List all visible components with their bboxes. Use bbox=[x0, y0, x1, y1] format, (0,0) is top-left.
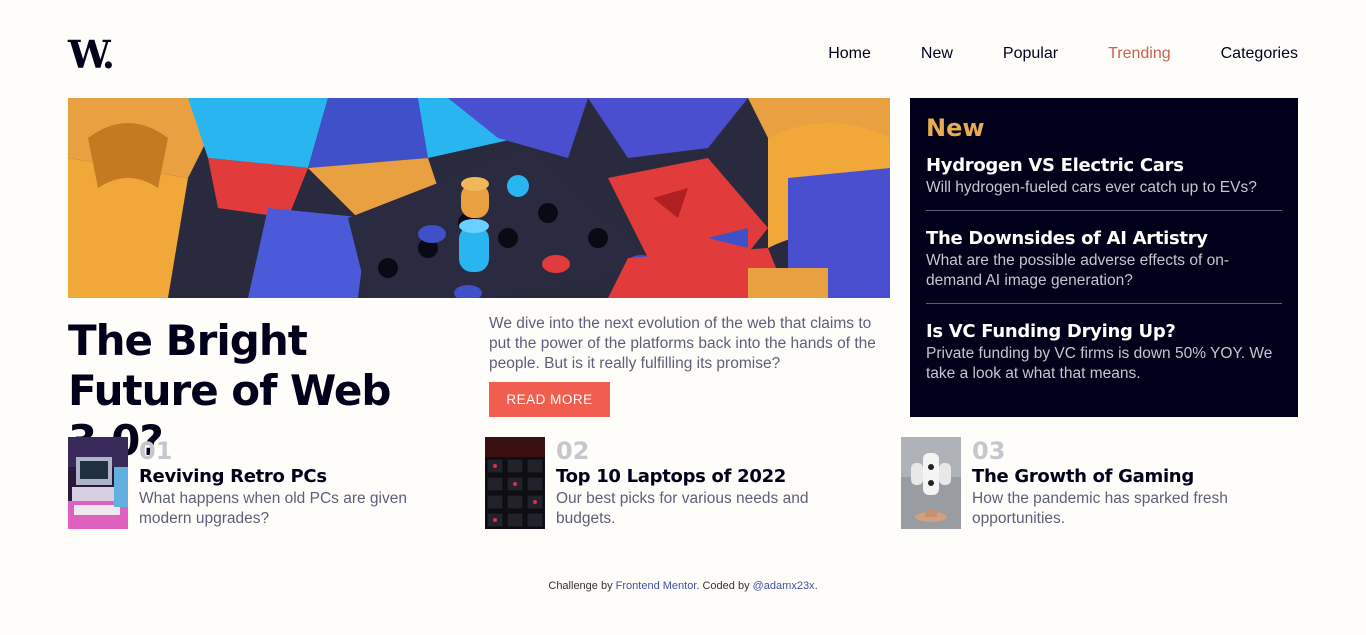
card-number: 02 bbox=[556, 437, 590, 465]
laptop-keyboard-thumbnail bbox=[485, 437, 545, 529]
site-logo[interactable]: W. bbox=[68, 36, 115, 74]
new-item: Is VC Funding Drying Up? Private funding… bbox=[926, 320, 1282, 396]
nav-categories[interactable]: Categories bbox=[1221, 44, 1298, 64]
new-sidebar: New Hydrogen VS Electric Cars Will hydro… bbox=[910, 98, 1298, 417]
new-item: Hydrogen VS Electric Cars Will hydrogen-… bbox=[926, 154, 1282, 211]
new-item-description: What are the possible adverse effects of… bbox=[926, 252, 1229, 289]
hero-image bbox=[68, 98, 890, 298]
read-more-button[interactable]: Read more bbox=[489, 382, 610, 417]
retro-pc-thumbnail bbox=[68, 437, 128, 529]
nav-popular[interactable]: Popular bbox=[1003, 44, 1058, 64]
card-description: How the pandemic has sparked fresh oppor… bbox=[972, 490, 1228, 527]
footer-prefix: Challenge by bbox=[548, 580, 616, 592]
new-item-description: Will hydrogen-fueled cars ever catch up … bbox=[926, 179, 1257, 196]
card-description: Our best picks for various needs and bud… bbox=[556, 490, 809, 527]
frontend-mentor-link[interactable]: Frontend Mentor bbox=[616, 580, 697, 592]
footer-middle: . Coded by bbox=[696, 580, 753, 592]
card-description: What happens when old PCs are given mode… bbox=[139, 490, 407, 527]
card-number: 01 bbox=[139, 437, 173, 465]
hero-description: We dive into the next evolution of the w… bbox=[489, 315, 876, 372]
new-heading: New bbox=[926, 114, 985, 142]
card-title[interactable]: The Growth of Gaming bbox=[972, 465, 1272, 489]
footer-suffix: . bbox=[814, 580, 818, 592]
article-card: 02 Top 10 Laptops of 2022 Our best picks… bbox=[485, 437, 845, 529]
author-link[interactable]: @adamx23x bbox=[753, 580, 815, 592]
nav-new[interactable]: New bbox=[921, 44, 953, 64]
new-item-title[interactable]: Hydrogen VS Electric Cars bbox=[926, 154, 1282, 178]
card-title[interactable]: Reviving Retro PCs bbox=[139, 465, 439, 489]
article-card: 01 Reviving Retro PCs What happens when … bbox=[68, 437, 428, 529]
nav-trending[interactable]: Trending bbox=[1108, 44, 1171, 64]
main-nav: Home New Popular Trending Categories bbox=[828, 44, 1298, 64]
article-card: 03 The Growth of Gaming How the pandemic… bbox=[901, 437, 1261, 529]
new-item: The Downsides of AI Artistry What are th… bbox=[926, 227, 1282, 304]
new-item-title[interactable]: The Downsides of AI Artistry bbox=[926, 227, 1282, 251]
footer-attribution: Challenge by Frontend Mentor. Coded by @… bbox=[0, 579, 1366, 593]
card-number: 03 bbox=[972, 437, 1006, 465]
new-item-description: Private funding by VC firms is down 50% … bbox=[926, 345, 1273, 382]
card-title[interactable]: Top 10 Laptops of 2022 bbox=[556, 465, 856, 489]
game-controller-thumbnail bbox=[901, 437, 961, 529]
new-item-title[interactable]: Is VC Funding Drying Up? bbox=[926, 320, 1282, 344]
nav-home[interactable]: Home bbox=[828, 44, 871, 64]
